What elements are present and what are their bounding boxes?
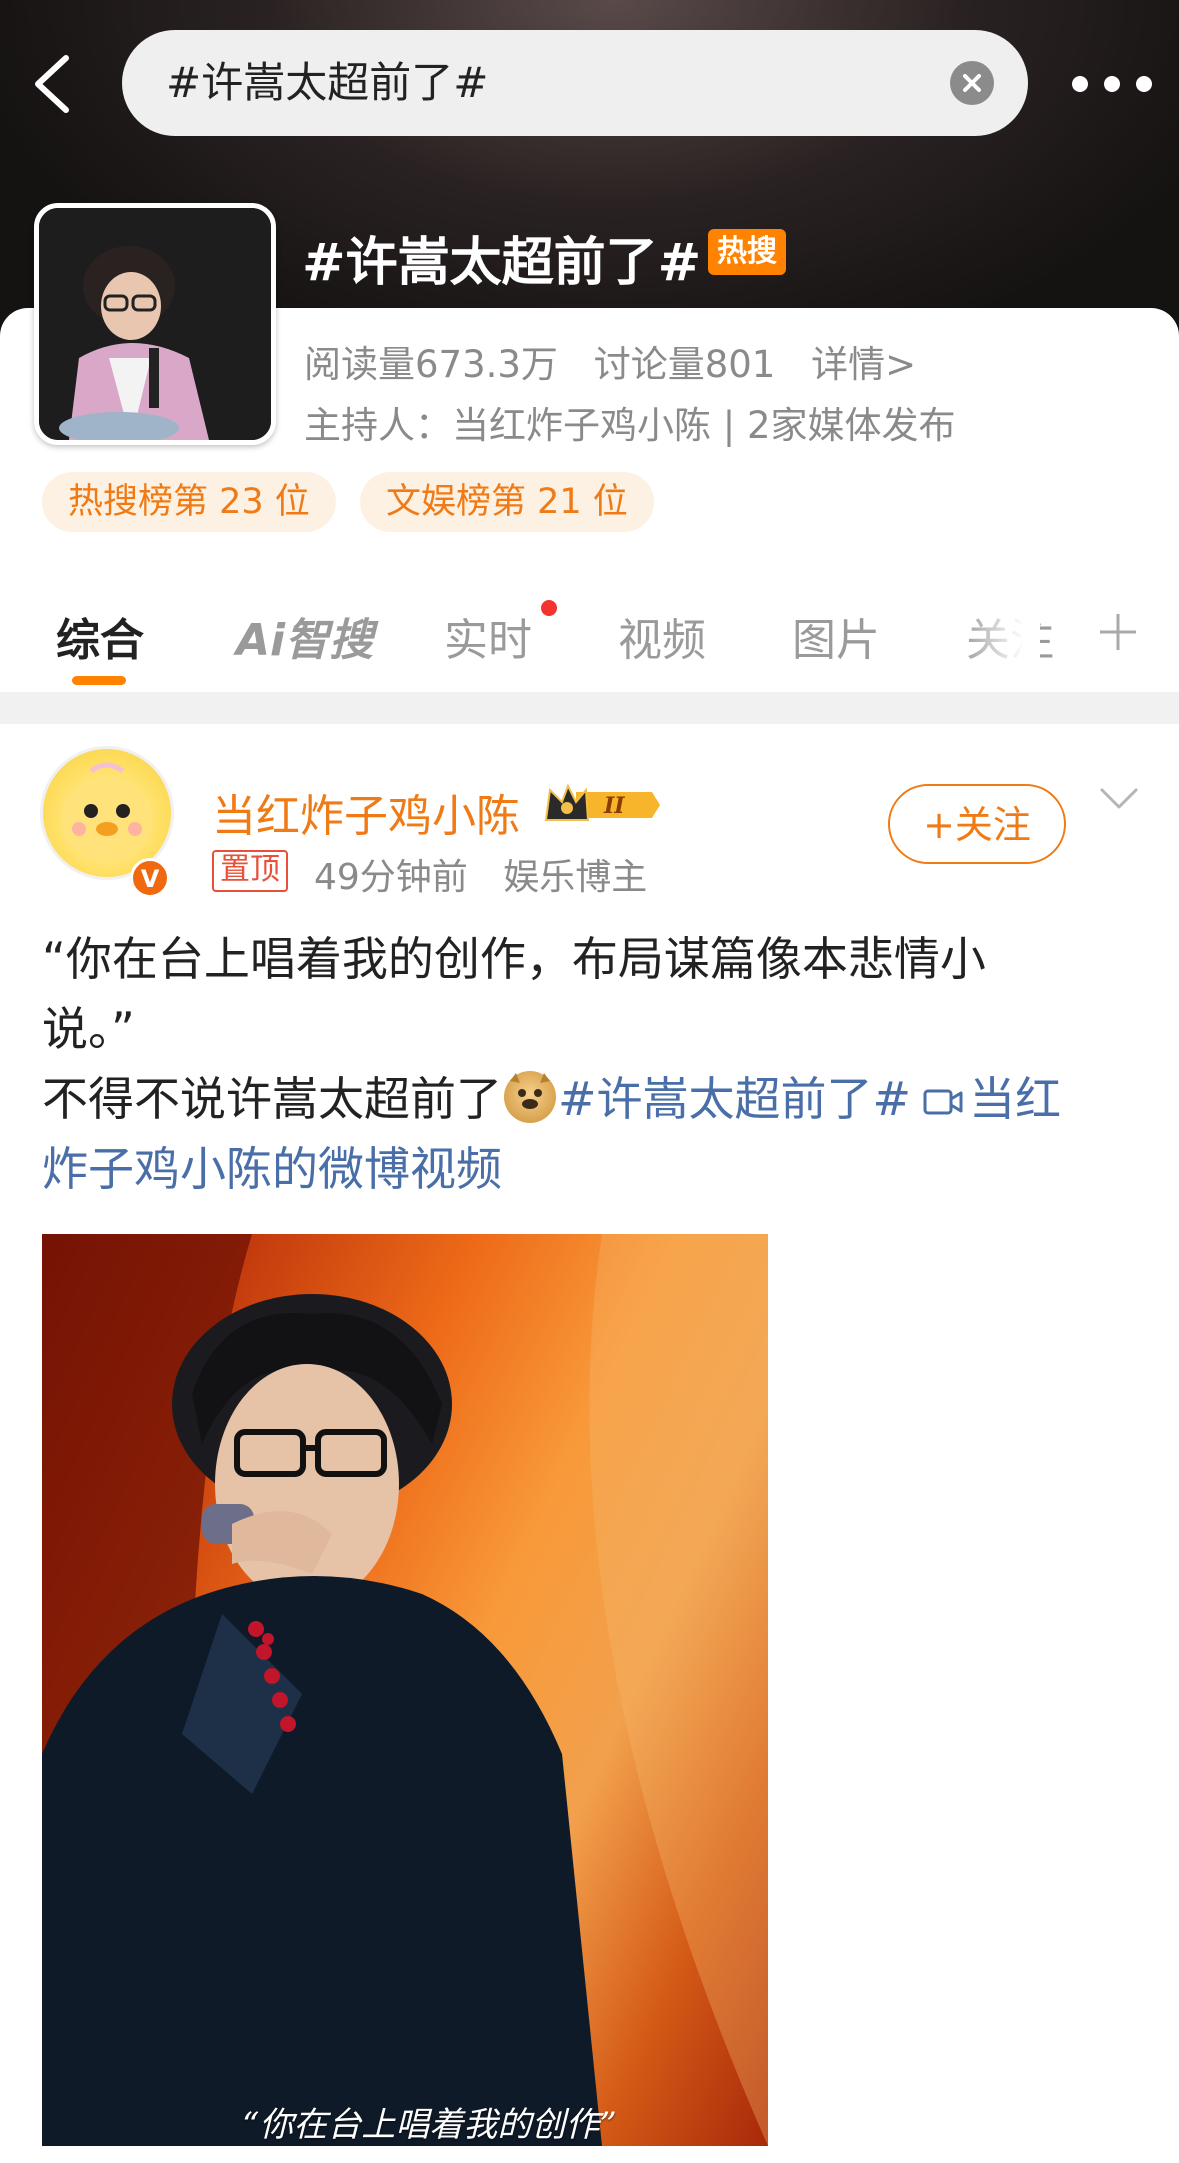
post-video-thumbnail[interactable]: “你在台上唱着我的创作” bbox=[42, 1234, 768, 2146]
post-time: 49分钟前 bbox=[314, 857, 468, 898]
tab-video[interactable]: 视频 bbox=[618, 604, 706, 668]
new-content-dot bbox=[541, 600, 557, 616]
hot-badge: 热搜 bbox=[708, 229, 786, 275]
topic-thumbnail[interactable] bbox=[34, 203, 276, 445]
tab-images[interactable]: 图片 bbox=[792, 604, 880, 668]
topic-stats: 阅读量673.3万 讨论量801 详情> bbox=[304, 334, 940, 388]
topic-host[interactable]: 主持人：当红炸子鸡小陈 | 2家媒体发布 bbox=[304, 395, 956, 449]
follow-button[interactable]: +关注 bbox=[888, 784, 1066, 864]
hot-search-rank-badge[interactable]: 热搜榜第 23 位 bbox=[42, 472, 336, 532]
post-text-line: 说。” bbox=[42, 1002, 135, 1056]
hashtag-link[interactable]: #许嵩太超前了# bbox=[558, 1072, 911, 1126]
back-arrow-icon[interactable] bbox=[28, 52, 78, 116]
tab-overflow-fade bbox=[960, 600, 1040, 670]
read-count: 阅读量673.3万 bbox=[304, 343, 558, 386]
entertainment-rank-badge[interactable]: 文娱榜第 21 位 bbox=[360, 472, 654, 532]
author-name[interactable]: 当红炸子鸡小陈 bbox=[212, 780, 520, 844]
tab-realtime[interactable]: 实时 bbox=[444, 604, 532, 668]
more-options-icon[interactable] bbox=[1068, 70, 1174, 98]
video-caption: “你在台上唱着我的创作” bbox=[242, 2105, 617, 2145]
author-category: 娱乐博主 bbox=[503, 857, 648, 898]
tab-ai-search[interactable]: Ai智搜 bbox=[236, 604, 373, 668]
search-bar[interactable]: #许嵩太超前了# bbox=[122, 30, 1028, 136]
clear-search-icon[interactable] bbox=[950, 61, 994, 105]
details-link[interactable]: 详情> bbox=[811, 343, 916, 386]
svg-text:II: II bbox=[603, 793, 625, 819]
vip-crown-icon[interactable]: II bbox=[542, 780, 660, 830]
pinned-badge: 置顶 bbox=[212, 850, 288, 892]
search-input[interactable]: #许嵩太超前了# bbox=[166, 30, 488, 136]
post-body: “你在台上唱着我的创作，布局谋篇像本悲情小 说。” 不得不说许嵩太超前了 #许嵩太… bbox=[42, 924, 1122, 1204]
verified-badge-icon: V bbox=[130, 858, 170, 898]
video-link-continued[interactable]: 炸子鸡小陈的微博视频 bbox=[42, 1134, 1122, 1204]
chevron-down-icon[interactable] bbox=[1098, 786, 1140, 812]
post-text-line: 不得不说许嵩太超前了 bbox=[42, 1072, 502, 1126]
tab-comprehensive[interactable]: 综合 bbox=[56, 604, 144, 668]
video-link[interactable]: 当红 bbox=[969, 1072, 1061, 1126]
discussion-count: 讨论量801 bbox=[593, 343, 776, 386]
post-text-line: “你在台上唱着我的创作，布局谋篇像本悲情小 bbox=[42, 932, 986, 986]
section-divider bbox=[0, 692, 1179, 724]
topic-title: #许嵩太超前了# bbox=[302, 233, 702, 293]
doge-emoji-icon bbox=[504, 1071, 556, 1123]
add-tab-icon[interactable] bbox=[1096, 610, 1140, 654]
post-meta: 49分钟前 娱乐博主 bbox=[314, 848, 671, 900]
video-link-icon bbox=[923, 1089, 963, 1115]
active-tab-indicator bbox=[72, 676, 126, 685]
